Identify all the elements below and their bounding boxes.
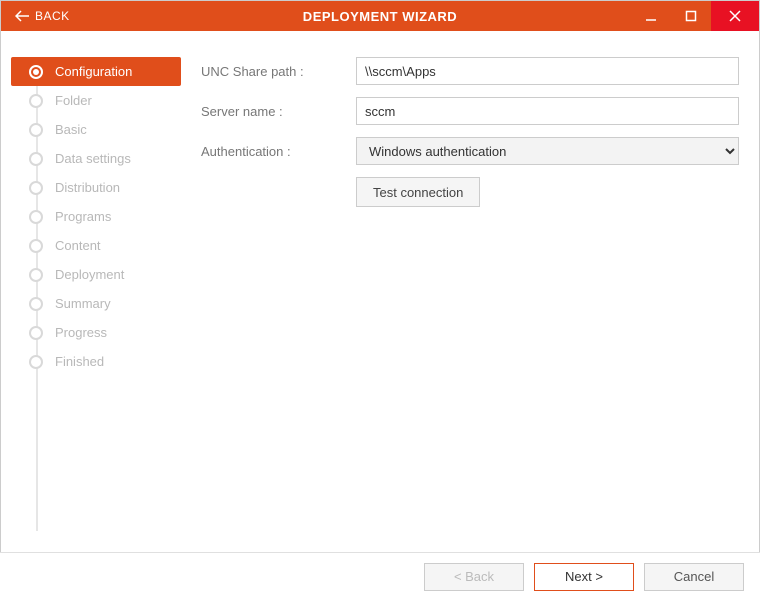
next-nav-button[interactable]: Next > [534, 563, 634, 591]
step-bullet-icon [29, 123, 43, 137]
step-folder[interactable]: Folder [11, 86, 181, 115]
titlebar: BACK DEPLOYMENT WIZARD [1, 1, 759, 31]
back-nav-button: < Back [424, 563, 524, 591]
step-label: Data settings [55, 151, 131, 166]
step-bullet-icon [29, 355, 43, 369]
close-icon [729, 10, 741, 22]
step-bullet-icon [29, 152, 43, 166]
step-configuration[interactable]: Configuration [11, 57, 181, 86]
step-bullet-icon [29, 210, 43, 224]
minimize-icon [645, 10, 657, 22]
step-label: Distribution [55, 180, 120, 195]
row-test-connection: Test connection [201, 177, 739, 207]
wizard-body: Configuration Folder Basic Data settings… [1, 31, 759, 551]
step-data-settings[interactable]: Data settings [11, 144, 181, 173]
authentication-label: Authentication : [201, 144, 356, 159]
step-label: Content [55, 238, 101, 253]
step-programs[interactable]: Programs [11, 202, 181, 231]
step-bullet-icon [29, 94, 43, 108]
form-panel: UNC Share path : Server name : Authentic… [181, 51, 749, 551]
row-server-name: Server name : [201, 97, 739, 125]
maximize-button[interactable] [671, 1, 711, 31]
step-finished[interactable]: Finished [11, 347, 181, 376]
step-bullet-icon [29, 181, 43, 195]
row-unc-path: UNC Share path : [201, 57, 739, 85]
step-label: Deployment [55, 267, 124, 282]
maximize-icon [685, 10, 697, 22]
server-name-label: Server name : [201, 104, 356, 119]
step-label: Progress [55, 325, 107, 340]
step-bullet-icon [29, 268, 43, 282]
row-authentication: Authentication : Windows authentication [201, 137, 739, 165]
step-label: Finished [55, 354, 104, 369]
close-button[interactable] [711, 1, 759, 31]
arrow-left-icon [15, 10, 29, 22]
step-list: Configuration Folder Basic Data settings… [11, 51, 181, 551]
step-bullet-icon [29, 239, 43, 253]
step-bullet-icon [29, 65, 43, 79]
step-bullet-icon [29, 326, 43, 340]
step-progress[interactable]: Progress [11, 318, 181, 347]
step-basic[interactable]: Basic [11, 115, 181, 144]
window-controls [631, 1, 759, 31]
back-label: BACK [35, 9, 70, 23]
test-connection-button[interactable]: Test connection [356, 177, 480, 207]
step-label: Basic [55, 122, 87, 137]
step-label: Folder [55, 93, 92, 108]
step-label: Summary [55, 296, 111, 311]
back-button[interactable]: BACK [1, 1, 84, 31]
step-label: Configuration [55, 64, 132, 79]
server-name-input[interactable] [356, 97, 739, 125]
unc-path-input[interactable] [356, 57, 739, 85]
cancel-nav-button[interactable]: Cancel [644, 563, 744, 591]
step-label: Programs [55, 209, 111, 224]
step-deployment[interactable]: Deployment [11, 260, 181, 289]
step-content[interactable]: Content [11, 231, 181, 260]
window-title: DEPLOYMENT WIZARD [303, 9, 457, 24]
authentication-select[interactable]: Windows authentication [356, 137, 739, 165]
unc-path-label: UNC Share path : [201, 64, 356, 79]
wizard-footer: < Back Next > Cancel [0, 552, 760, 600]
step-summary[interactable]: Summary [11, 289, 181, 318]
step-distribution[interactable]: Distribution [11, 173, 181, 202]
minimize-button[interactable] [631, 1, 671, 31]
step-bullet-icon [29, 297, 43, 311]
